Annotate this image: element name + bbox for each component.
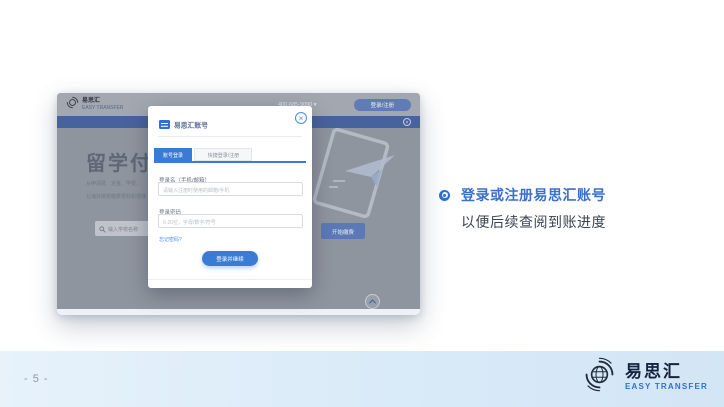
presentation-slide: - 5 - 易思汇 EASY TRANSFER bbox=[0, 0, 724, 407]
brand-name-cn: 易思汇 bbox=[625, 363, 708, 381]
page-number: - 5 - bbox=[24, 373, 49, 385]
modal-close-icon[interactable]: × bbox=[295, 112, 307, 124]
bullet-target-icon bbox=[439, 190, 450, 201]
modal-title: 易思汇账号 bbox=[174, 119, 208, 129]
header-login-register-button[interactable]: 登录/注册 bbox=[354, 99, 411, 111]
forgot-password-link[interactable]: 忘记密码? bbox=[159, 235, 182, 243]
site-logo-tagline: EASY TRANSFER bbox=[82, 106, 124, 111]
annotation-subtitle: 以便后续查阅到账进度 bbox=[461, 212, 606, 232]
password-placeholder: 6-20位，字母/数字/符号 bbox=[163, 217, 216, 225]
brand-logo: 易思汇 EASY TRANSFER bbox=[581, 356, 708, 398]
embedded-screenshot: 易思汇 EASY TRANSFER 400-685-9090 ▾ 登录/注册 ×… bbox=[57, 93, 420, 315]
globe-swirl-icon bbox=[581, 356, 618, 398]
login-modal: × 易思汇账号 账号登录 快捷登录/注册 登录名（手机/邮箱） 请输入注册时使用… bbox=[148, 106, 312, 288]
search-placeholder: 输入学校名称 bbox=[108, 225, 138, 233]
dropdown-arrow-icon: ▾ bbox=[314, 101, 317, 107]
search-icon bbox=[99, 220, 106, 238]
modal-divider bbox=[158, 136, 302, 137]
password-input[interactable]: 6-20位，字母/数字/符号 bbox=[158, 214, 303, 228]
modal-header: 易思汇账号 bbox=[159, 117, 224, 132]
login-submit-button[interactable]: 登录并继续 bbox=[202, 251, 258, 266]
chevron-up-icon bbox=[369, 299, 376, 306]
login-name-input[interactable]: 请输入注册时使用的邮箱/手机 bbox=[158, 182, 303, 196]
brand-name-en: EASY TRANSFER bbox=[625, 383, 708, 391]
back-to-top-button[interactable] bbox=[365, 294, 380, 309]
navbar-close-icon[interactable]: × bbox=[403, 118, 411, 126]
tab-account-login[interactable]: 账号登录 bbox=[154, 148, 192, 161]
tab-quick-login-register[interactable]: 快捷登录/注册 bbox=[194, 148, 252, 161]
site-logo-text: 易思汇 bbox=[82, 98, 132, 104]
annotation-title: 登录或注册易思汇账号 bbox=[461, 185, 606, 205]
swirl-logo-icon bbox=[66, 96, 79, 114]
site-footer-strip bbox=[57, 309, 420, 315]
tabs-underline bbox=[154, 161, 306, 163]
login-name-placeholder: 请输入注册时使用的邮箱/手机 bbox=[163, 185, 229, 193]
modal-footer-divider bbox=[148, 279, 312, 280]
modal-logo-icon bbox=[159, 120, 170, 129]
annotation-block: 登录或注册易思汇账号 以便后续查阅到账进度 bbox=[439, 185, 606, 232]
login-tabs: 账号登录 快捷登录/注册 bbox=[154, 148, 252, 161]
